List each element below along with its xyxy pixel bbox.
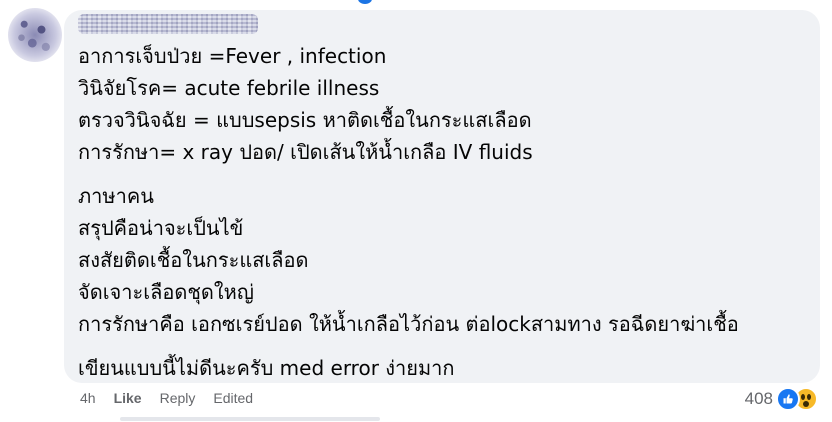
comment-line: การรักษาคือ เอกซเรย์ปอด ให้น้ำเกลือไว้ก่… bbox=[78, 312, 739, 336]
comment-container: อาการเจ็บป่วย =Fever , infection วินิจัย… bbox=[0, 0, 832, 422]
comment-line: สรุปคือน่าจะเป็นไข้ bbox=[78, 216, 244, 240]
comment-line: สงสัยติดเชื้อในกระแสเลือด bbox=[78, 248, 309, 272]
like-reaction-icon bbox=[776, 387, 800, 411]
next-comment-edge bbox=[120, 417, 380, 421]
wow-eye bbox=[801, 394, 805, 400]
comment-actions: 4h Like Reply Edited bbox=[80, 390, 253, 406]
thumbs-up-icon bbox=[783, 394, 793, 404]
comment-line: จัดเจาะเลือดชุดใหญ่ bbox=[78, 280, 254, 304]
comment-line: วินิจัยโรค= acute febrile illness bbox=[78, 76, 380, 100]
comment-body: อาการเจ็บป่วย =Fever , infection วินิจัย… bbox=[78, 40, 814, 384]
comment-line: เขียนแบบนี้ไม่ดีนะครับ med error ง่ายมาก bbox=[78, 356, 455, 380]
comment-line: อาการเจ็บป่วย =Fever , infection bbox=[78, 44, 387, 68]
comment-line: ตรวจวินิจฉัย = แบบsepsis หาติดเชื้อในกระ… bbox=[78, 108, 532, 132]
comment-timestamp[interactable]: 4h bbox=[80, 390, 96, 406]
comment-line: ภาษาคน bbox=[78, 184, 154, 208]
like-button[interactable]: Like bbox=[114, 390, 142, 406]
comment-line: การรักษา= x ray ปอด/ เปิดเส้นให้น้ำเกลือ… bbox=[78, 140, 533, 164]
reply-button[interactable]: Reply bbox=[160, 390, 196, 406]
notification-dot bbox=[358, 0, 372, 4]
author-name-blurred[interactable] bbox=[78, 14, 258, 34]
edited-label[interactable]: Edited bbox=[213, 390, 253, 406]
reaction-summary[interactable]: 408 bbox=[745, 387, 818, 411]
wow-eye bbox=[807, 394, 811, 400]
wow-mouth bbox=[803, 401, 809, 407]
avatar[interactable] bbox=[8, 8, 62, 62]
reaction-count: 408 bbox=[744, 389, 773, 408]
